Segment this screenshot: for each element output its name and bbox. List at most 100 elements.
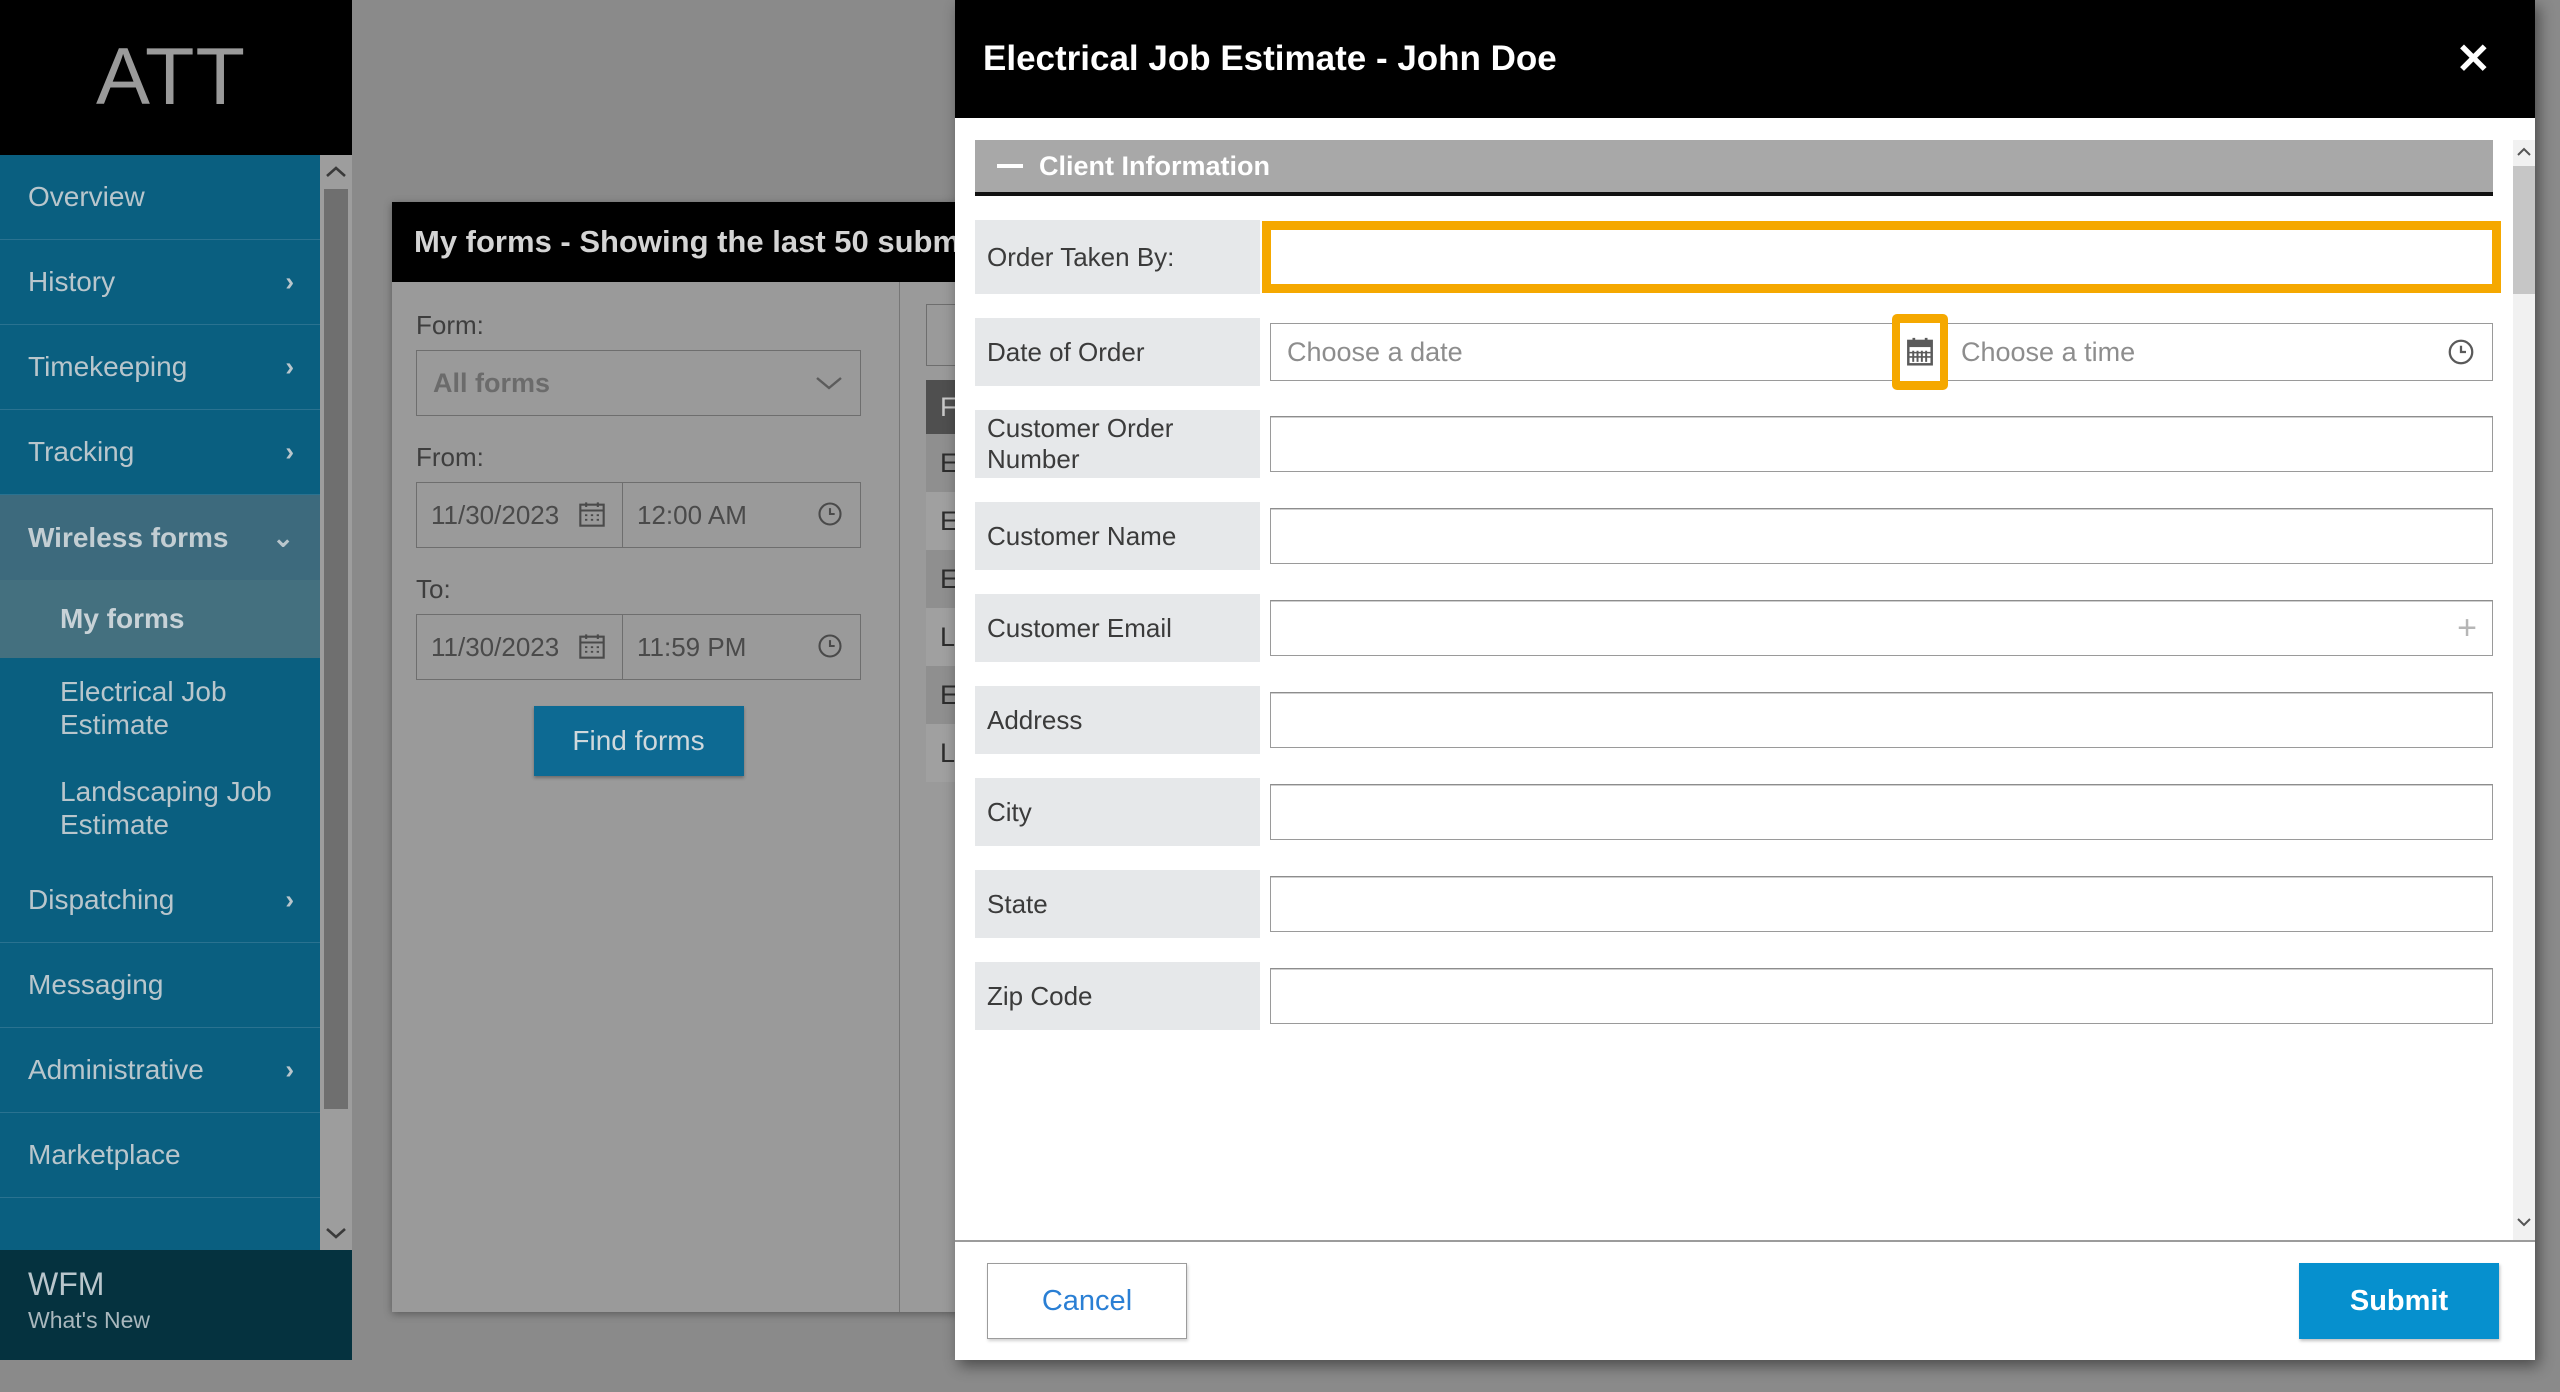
field-row: State: [975, 870, 2493, 938]
address-input[interactable]: [1270, 692, 2493, 748]
field-control: Choose a date Choose a time: [1270, 314, 2493, 390]
close-icon[interactable]: ✕: [2446, 32, 2501, 86]
chevron-right-icon: ›: [285, 884, 294, 915]
sidebar-scroll-thumb[interactable]: [324, 189, 348, 1109]
clock-icon[interactable]: [816, 632, 846, 662]
sidebar-scroll-track[interactable]: [324, 189, 348, 1216]
field-control: [1270, 962, 2493, 1030]
form-filter-value: All forms: [433, 367, 551, 398]
customer-order-number-input[interactable]: [1270, 416, 2493, 472]
field-label: Zip Code: [975, 962, 1260, 1030]
sidebar-item-overview[interactable]: Overview: [0, 155, 320, 240]
field-row: Order Taken By:: [975, 220, 2501, 294]
electrical-job-estimate-dialog: Electrical Job Estimate - John Doe ✕ Cli…: [955, 0, 2535, 1360]
calendar-icon: [1900, 323, 1940, 381]
sidebar-nav: Overview History › Timekeeping › Tracking › Wir…: [0, 155, 352, 1250]
sidebar-item-electrical-job-estimate[interactable]: Electrical Job Estimate: [0, 658, 320, 758]
sidebar-footer-title: WFM: [28, 1266, 105, 1302]
time-placeholder: Choose a time: [1961, 336, 2136, 367]
sidebar-item-label: History: [28, 266, 116, 297]
sidebar-item-marketplace[interactable]: Marketplace: [0, 1113, 320, 1198]
zip-code-input[interactable]: [1270, 968, 2493, 1024]
chevron-down-icon: ⌄: [272, 522, 294, 552]
sidebar-item-label: Tracking: [28, 436, 135, 467]
field-row: Address: [975, 686, 2493, 754]
field-row: Customer Name: [975, 502, 2493, 570]
sidebar-item-label: Dispatching: [28, 884, 175, 915]
sidebar-item-landscaping-job-estimate[interactable]: Landscaping Job Estimate: [0, 758, 320, 858]
clock-icon[interactable]: [2446, 337, 2476, 367]
sidebar-scrollbar[interactable]: [320, 155, 352, 1250]
sidebar-item-tracking[interactable]: Tracking ›: [0, 410, 320, 495]
date-input[interactable]: Choose a date: [1270, 323, 1930, 381]
sidebar-footer[interactable]: WFM What's New: [0, 1250, 352, 1360]
forms-filter-panel: Form: All forms From: 11/30/2023 12:00 A…: [392, 282, 900, 1312]
to-filter-label: To:: [416, 574, 451, 604]
chevron-right-icon: ›: [285, 266, 294, 297]
sidebar-scroll-up-icon[interactable]: [320, 155, 352, 189]
sidebar-footer-subtitle: What's New: [28, 1306, 150, 1333]
dialog-scroll-thumb[interactable]: [2513, 166, 2535, 294]
from-datetime-group[interactable]: 11/30/2023 12:00 AM: [416, 482, 861, 548]
customer-email-input[interactable]: [1270, 600, 2493, 656]
form-filter-label: Form:: [416, 310, 484, 340]
sidebar-item-wireless-forms[interactable]: Wireless forms ⌄: [0, 495, 320, 580]
sidebar-item-label: Messaging: [28, 969, 164, 1000]
chevron-right-icon: ›: [285, 351, 294, 382]
field-row: City: [975, 778, 2493, 846]
field-label: State: [975, 870, 1260, 938]
client-information-section-header[interactable]: Client Information: [975, 140, 2493, 196]
dialog-body: Client Information Order Taken By: Date o…: [955, 118, 2535, 1240]
field-label: Customer Order Number: [975, 410, 1260, 478]
field-label: City: [975, 778, 1260, 846]
calendar-icon[interactable]: [578, 500, 608, 530]
field-control: [1270, 502, 2493, 570]
sidebar-item-timekeeping[interactable]: Timekeeping ›: [0, 325, 320, 410]
brand-logo: ATT: [0, 0, 352, 155]
dialog-title: Electrical Job Estimate - John Doe: [983, 39, 1557, 78]
find-forms-button[interactable]: Find forms: [533, 706, 744, 776]
field-control: [1270, 870, 2493, 938]
from-date-value: 11/30/2023: [431, 499, 560, 530]
sidebar-item-dispatching[interactable]: Dispatching ›: [0, 858, 320, 943]
customer-name-input[interactable]: [1270, 508, 2493, 564]
submit-button[interactable]: Submit: [2299, 1263, 2499, 1339]
field-label: Address: [975, 686, 1260, 754]
sidebar-item-administrative[interactable]: Administrative ›: [0, 1028, 320, 1113]
sidebar-item-my-forms[interactable]: My forms: [0, 580, 320, 658]
to-time-input[interactable]: 11:59 PM: [623, 615, 860, 679]
sidebar-item-label: Electrical Job Estimate: [60, 675, 227, 740]
minus-icon[interactable]: [997, 164, 1023, 168]
state-input[interactable]: [1270, 876, 2493, 932]
field-control: [1270, 686, 2493, 754]
sidebar-item-history[interactable]: History ›: [0, 240, 320, 325]
clock-icon[interactable]: [816, 500, 846, 530]
sidebar-item-messaging[interactable]: Messaging: [0, 943, 320, 1028]
dialog-scroll-up-icon[interactable]: [2513, 140, 2535, 164]
field-control: +: [1270, 594, 2493, 662]
dialog-scrollbar[interactable]: [2513, 140, 2535, 1240]
city-input[interactable]: [1270, 784, 2493, 840]
field-control: [1270, 410, 2493, 478]
from-filter-label: From:: [416, 442, 484, 472]
sidebar-item-label: Marketplace: [28, 1139, 181, 1170]
field-row: Zip Code: [975, 962, 2493, 1030]
dialog-header: Electrical Job Estimate - John Doe ✕: [955, 0, 2535, 118]
sidebar-scroll-down-icon[interactable]: [320, 1216, 352, 1250]
logo-text: ATT: [96, 32, 246, 122]
from-date-input[interactable]: 11/30/2023: [417, 483, 623, 547]
dialog-scroll-down-icon[interactable]: [2513, 1210, 2535, 1234]
calendar-picker-button[interactable]: [1892, 314, 1948, 390]
time-input[interactable]: Choose a time: [1944, 323, 2493, 381]
app-root: ATT Overview History › Timekeeping › Tracking…: [0, 0, 2560, 1392]
chevron-down-icon: [814, 374, 844, 392]
to-datetime-group[interactable]: 11/30/2023 11:59 PM: [416, 614, 861, 680]
form-filter-select[interactable]: All forms: [416, 350, 861, 416]
order-taken-by-input[interactable]: [1262, 221, 2501, 293]
field-label: Customer Email: [975, 594, 1260, 662]
calendar-icon[interactable]: [578, 632, 608, 662]
from-time-input[interactable]: 12:00 AM: [623, 483, 860, 547]
plus-icon[interactable]: +: [2457, 611, 2477, 645]
cancel-button[interactable]: Cancel: [987, 1263, 1187, 1339]
to-date-input[interactable]: 11/30/2023: [417, 615, 623, 679]
